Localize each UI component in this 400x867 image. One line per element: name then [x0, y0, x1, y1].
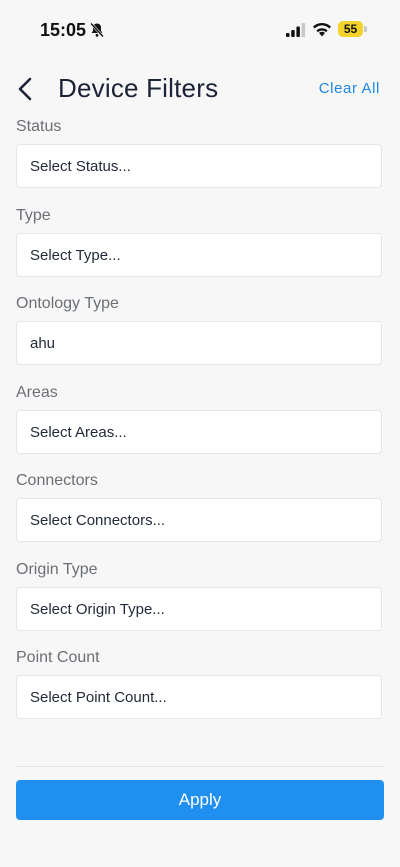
filter-point-count: Point Count Select Point Count...	[16, 647, 384, 736]
clear-all-button[interactable]: Clear All	[319, 80, 380, 97]
battery-level: 55	[338, 21, 363, 37]
filter-connectors: Connectors Select Connectors...	[16, 470, 384, 559]
battery-icon: 55	[338, 21, 368, 37]
status-time: 15:05	[40, 20, 87, 40]
cellular-signal-icon	[286, 23, 306, 37]
home-indicator-area	[0, 862, 400, 867]
filter-label: Ontology Type	[16, 295, 119, 312]
ontology-type-select[interactable]: ahu	[16, 321, 382, 365]
filter-ontology-type: Ontology Type ahu	[16, 293, 384, 382]
battery-nub	[364, 26, 367, 32]
filter-label: Connectors	[16, 472, 98, 489]
back-chevron-icon[interactable]	[14, 75, 40, 103]
filter-type: Type Select Type...	[16, 205, 384, 294]
filter-label: Point Count	[16, 649, 100, 666]
apply-button[interactable]: Apply	[16, 780, 384, 820]
origin-type-select[interactable]: Select Origin Type...	[16, 586, 382, 631]
point-count-select[interactable]: Select Point Count...	[16, 675, 382, 719]
filter-label: Type	[16, 206, 51, 224]
page-title: Device Filters	[58, 73, 219, 103]
filter-label: Status	[16, 118, 62, 135]
filter-origin-type: Origin Type Select Origin Type...	[16, 559, 384, 648]
wifi-icon	[313, 22, 331, 37]
bell-slash-icon	[90, 22, 104, 38]
filter-areas: Areas Select Areas...	[16, 382, 384, 471]
connectors-select[interactable]: Select Connectors...	[16, 498, 382, 542]
areas-select[interactable]: Select Areas...	[16, 409, 382, 454]
footer-divider	[16, 766, 384, 767]
type-select[interactable]: Select Type...	[16, 232, 382, 277]
filter-label: Origin Type	[16, 560, 98, 578]
filter-label: Areas	[16, 383, 58, 401]
filter-status: Status Select Status...	[16, 116, 384, 205]
status-bar: 15:05 55	[0, 0, 400, 60]
filter-list: Status Select Status... Type Select Type…	[16, 116, 384, 736]
status-select[interactable]: Select Status...	[16, 144, 382, 188]
